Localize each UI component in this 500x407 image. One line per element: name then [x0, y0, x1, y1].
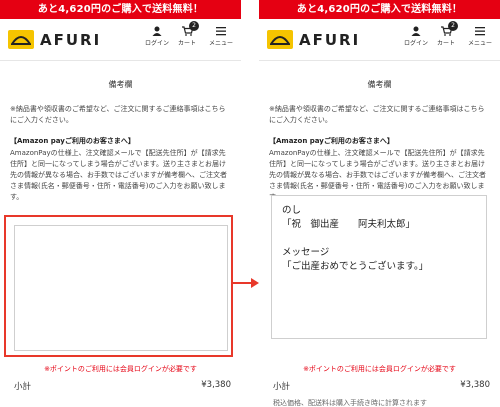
- memo-line: 「祝 御出産 阿夫利太郎」: [282, 219, 416, 230]
- cart-count-badge: 2: [448, 21, 458, 31]
- amazon-pay-heading: 【Amazon payご利用のお客さまへ】: [269, 137, 394, 145]
- cart-label: カート: [177, 40, 196, 47]
- tax-shipping-note: 税込価格、配送料は購入手続き時に計算されます: [273, 399, 427, 407]
- login-button[interactable]: ログイン: [402, 26, 430, 47]
- order-notes-section: 備考欄 ※納品書や領収書のご希望など、ご注文に関するご連絡事項はこちらにご入力く…: [259, 79, 500, 203]
- cart-label: カート: [436, 40, 455, 47]
- site-header: AFURI ログイン 2 カート メニュー: [259, 19, 500, 61]
- memo-line: [282, 232, 476, 246]
- free-shipping-banner: あと4,620円のご購入で送料無料！: [0, 0, 241, 19]
- login-label: ログイン: [144, 40, 169, 47]
- cart-button[interactable]: 2 カート: [432, 21, 460, 47]
- logo[interactable]: AFURI: [8, 30, 101, 49]
- section-title: 備考欄: [108, 80, 133, 89]
- amazon-pay-instructions: AmazonPayの仕様上、注文確認メールで【配送先住所】が【請求先住所】と同一…: [10, 149, 227, 201]
- subtotal-label: 小計: [14, 382, 32, 392]
- subtotal-row: 小計 ¥3,380: [14, 380, 231, 392]
- free-shipping-banner: あと4,620円のご購入で送料無料！: [259, 0, 500, 19]
- amazon-pay-heading: 【Amazon payご利用のお客さまへ】: [10, 137, 135, 145]
- menu-label: メニュー: [467, 40, 492, 47]
- site-header: AFURI ログイン 2 カート メニュー: [0, 19, 241, 61]
- user-icon: [411, 26, 421, 36]
- notes-textarea[interactable]: のし 「祝 御出産 阿夫利太郎」 メッセージ 「ご出産おめでとうございます。」: [271, 195, 487, 339]
- notes-instruction: ※納品書や領収書のご希望など、ご注文に関するご連絡事項はこちらにご入力ください。: [10, 105, 226, 124]
- arrow-right-icon: [231, 278, 259, 288]
- memo-line: メッセージ: [282, 247, 330, 258]
- subtotal-value: ¥3,380: [201, 380, 231, 390]
- mountain-logo-icon: [8, 30, 34, 49]
- cart-button[interactable]: 2 カート: [173, 21, 201, 47]
- brand-name: AFURI: [299, 30, 361, 49]
- screenshot-before: あと4,620円のご購入で送料無料！ AFURI ログイン 2 カート メニュー…: [0, 0, 241, 407]
- hamburger-menu-icon: [475, 27, 485, 36]
- brand-name: AFURI: [40, 30, 102, 49]
- hamburger-menu-icon: [216, 27, 226, 36]
- menu-label: メニュー: [208, 40, 233, 47]
- logo[interactable]: AFURI: [267, 30, 360, 49]
- order-notes-section: 備考欄 ※納品書や領収書のご希望など、ご注文に関するご連絡事項はこちらにご入力く…: [0, 79, 241, 203]
- menu-button[interactable]: メニュー: [207, 26, 235, 47]
- points-login-note: ※ポイントのご利用には会員ログインが必要です: [303, 365, 456, 373]
- cart-count-badge: 2: [189, 21, 199, 31]
- section-title: 備考欄: [367, 80, 392, 89]
- memo-line: 「ご出産おめでとうございます。」: [282, 261, 429, 272]
- user-icon: [152, 26, 162, 36]
- highlight-box: [4, 215, 233, 357]
- menu-button[interactable]: メニュー: [466, 26, 494, 47]
- mountain-logo-icon: [267, 30, 293, 49]
- points-login-note: ※ポイントのご利用には会員ログインが必要です: [44, 365, 197, 373]
- login-button[interactable]: ログイン: [143, 26, 171, 47]
- notes-instruction: ※納品書や領収書のご希望など、ご注文に関するご連絡事項はこちらにご入力ください。: [269, 105, 485, 124]
- subtotal-value: ¥3,380: [460, 380, 490, 390]
- subtotal-row: 小計 ¥3,380: [273, 380, 490, 392]
- login-label: ログイン: [403, 40, 428, 47]
- memo-line: のし: [282, 205, 302, 216]
- screenshot-after: あと4,620円のご購入で送料無料！ AFURI ログイン 2 カート メニュー…: [259, 0, 500, 407]
- subtotal-label: 小計: [273, 382, 291, 392]
